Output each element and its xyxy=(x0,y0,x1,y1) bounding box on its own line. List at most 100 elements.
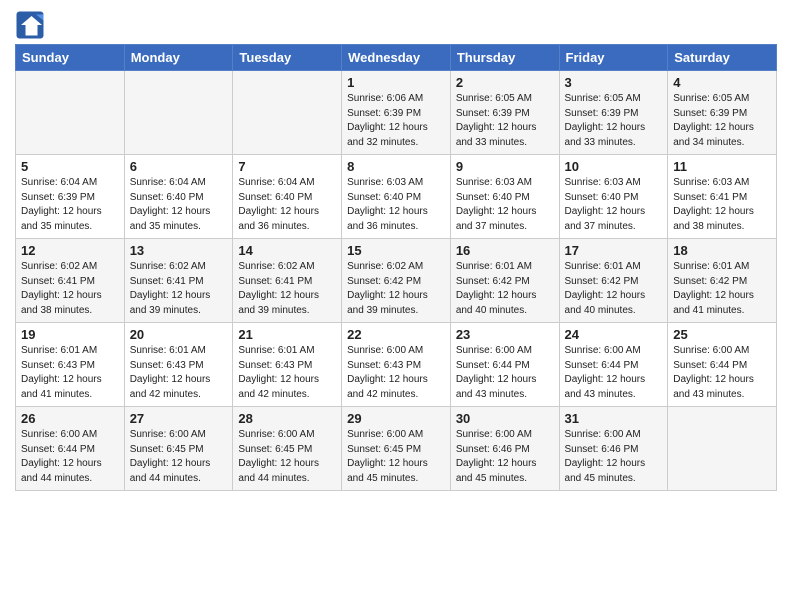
calendar-cell: 25 Sunrise: 6:00 AM Sunset: 6:44 PM Dayli… xyxy=(668,323,777,407)
day-info: Sunrise: 6:05 AM Sunset: 6:39 PM Dayligh… xyxy=(565,92,663,150)
calendar-cell: 7 Sunrise: 6:04 AM Sunset: 6:40 PM Daylig… xyxy=(233,155,342,239)
day-info: Sunrise: 6:04 AM Sunset: 6:39 PM Dayligh… xyxy=(21,176,119,234)
week-row-1: 1 Sunrise: 6:06 AM Sunset: 6:39 PM Daylig… xyxy=(16,71,777,155)
day-info: Sunrise: 6:02 AM Sunset: 6:41 PM Dayligh… xyxy=(238,260,336,318)
day-number: 12 xyxy=(21,243,119,258)
day-header-monday: Monday xyxy=(124,45,233,71)
day-info: Sunrise: 6:00 AM Sunset: 6:45 PM Dayligh… xyxy=(347,428,445,486)
day-number: 5 xyxy=(21,159,119,174)
day-info: Sunrise: 6:00 AM Sunset: 6:44 PM Dayligh… xyxy=(673,344,771,402)
day-header-wednesday: Wednesday xyxy=(342,45,451,71)
day-info: Sunrise: 6:00 AM Sunset: 6:44 PM Dayligh… xyxy=(456,344,554,402)
day-header-tuesday: Tuesday xyxy=(233,45,342,71)
calendar-cell: 23 Sunrise: 6:00 AM Sunset: 6:44 PM Dayli… xyxy=(450,323,559,407)
day-number: 29 xyxy=(347,411,445,426)
calendar-cell: 1 Sunrise: 6:06 AM Sunset: 6:39 PM Daylig… xyxy=(342,71,451,155)
day-info: Sunrise: 6:00 AM Sunset: 6:46 PM Dayligh… xyxy=(565,428,663,486)
calendar-cell: 8 Sunrise: 6:03 AM Sunset: 6:40 PM Daylig… xyxy=(342,155,451,239)
day-info: Sunrise: 6:00 AM Sunset: 6:46 PM Dayligh… xyxy=(456,428,554,486)
day-number: 24 xyxy=(565,327,663,342)
day-info: Sunrise: 6:00 AM Sunset: 6:44 PM Dayligh… xyxy=(21,428,119,486)
day-number: 4 xyxy=(673,75,771,90)
day-info: Sunrise: 6:02 AM Sunset: 6:41 PM Dayligh… xyxy=(130,260,228,318)
day-header-saturday: Saturday xyxy=(668,45,777,71)
day-number: 20 xyxy=(130,327,228,342)
header xyxy=(15,10,777,40)
week-row-5: 26 Sunrise: 6:00 AM Sunset: 6:44 PM Dayli… xyxy=(16,407,777,491)
day-number: 16 xyxy=(456,243,554,258)
day-info: Sunrise: 6:04 AM Sunset: 6:40 PM Dayligh… xyxy=(130,176,228,234)
day-number: 9 xyxy=(456,159,554,174)
calendar-cell: 27Sunrise: 6:00 AM Sunset: 6:45 PM Dayli… xyxy=(124,407,233,491)
calendar-cell: 17 Sunrise: 6:01 AM Sunset: 6:42 PM Dayli… xyxy=(559,239,668,323)
calendar-cell: 10Sunrise: 6:03 AM Sunset: 6:40 PM Dayli… xyxy=(559,155,668,239)
day-number: 21 xyxy=(238,327,336,342)
day-number: 14 xyxy=(238,243,336,258)
calendar-cell: 28Sunrise: 6:00 AM Sunset: 6:45 PM Dayli… xyxy=(233,407,342,491)
day-info: Sunrise: 6:04 AM Sunset: 6:40 PM Dayligh… xyxy=(238,176,336,234)
day-number: 26 xyxy=(21,411,119,426)
day-number: 31 xyxy=(565,411,663,426)
day-number: 6 xyxy=(130,159,228,174)
week-row-3: 12 Sunrise: 6:02 AM Sunset: 6:41 PM Dayli… xyxy=(16,239,777,323)
day-info: Sunrise: 6:01 AM Sunset: 6:42 PM Dayligh… xyxy=(565,260,663,318)
calendar-cell: 20Sunrise: 6:01 AM Sunset: 6:43 PM Dayli… xyxy=(124,323,233,407)
calendar-cell: 4 Sunrise: 6:05 AM Sunset: 6:39 PM Daylig… xyxy=(668,71,777,155)
calendar-cell: 13 Sunrise: 6:02 AM Sunset: 6:41 PM Dayli… xyxy=(124,239,233,323)
day-info: Sunrise: 6:01 AM Sunset: 6:43 PM Dayligh… xyxy=(21,344,119,402)
calendar-cell: 2 Sunrise: 6:05 AM Sunset: 6:39 PM Daylig… xyxy=(450,71,559,155)
day-info: Sunrise: 6:03 AM Sunset: 6:40 PM Dayligh… xyxy=(565,176,663,234)
day-info: Sunrise: 6:01 AM Sunset: 6:42 PM Dayligh… xyxy=(673,260,771,318)
day-info: Sunrise: 6:06 AM Sunset: 6:39 PM Dayligh… xyxy=(347,92,445,150)
day-info: Sunrise: 6:03 AM Sunset: 6:40 PM Dayligh… xyxy=(347,176,445,234)
day-number: 23 xyxy=(456,327,554,342)
day-number: 19 xyxy=(21,327,119,342)
calendar-cell: 14 Sunrise: 6:02 AM Sunset: 6:41 PM Dayli… xyxy=(233,239,342,323)
day-info: Sunrise: 6:05 AM Sunset: 6:39 PM Dayligh… xyxy=(456,92,554,150)
day-header-thursday: Thursday xyxy=(450,45,559,71)
calendar-cell xyxy=(124,71,233,155)
day-info: Sunrise: 6:01 AM Sunset: 6:42 PM Dayligh… xyxy=(456,260,554,318)
day-number: 13 xyxy=(130,243,228,258)
day-number: 1 xyxy=(347,75,445,90)
day-info: Sunrise: 6:05 AM Sunset: 6:39 PM Dayligh… xyxy=(673,92,771,150)
day-info: Sunrise: 6:01 AM Sunset: 6:43 PM Dayligh… xyxy=(238,344,336,402)
calendar-cell: 16 Sunrise: 6:01 AM Sunset: 6:42 PM Dayli… xyxy=(450,239,559,323)
calendar-cell: 30 Sunrise: 6:00 AM Sunset: 6:46 PM Dayli… xyxy=(450,407,559,491)
day-number: 2 xyxy=(456,75,554,90)
day-number: 7 xyxy=(238,159,336,174)
week-row-4: 19 Sunrise: 6:01 AM Sunset: 6:43 PM Dayli… xyxy=(16,323,777,407)
calendar-cell: 12 Sunrise: 6:02 AM Sunset: 6:41 PM Dayli… xyxy=(16,239,125,323)
calendar-cell: 18 Sunrise: 6:01 AM Sunset: 6:42 PM Dayli… xyxy=(668,239,777,323)
day-number: 18 xyxy=(673,243,771,258)
calendar-container: SundayMondayTuesdayWednesdayThursdayFrid… xyxy=(0,0,792,501)
week-row-2: 5 Sunrise: 6:04 AM Sunset: 6:39 PM Daylig… xyxy=(16,155,777,239)
day-number: 30 xyxy=(456,411,554,426)
day-number: 25 xyxy=(673,327,771,342)
calendar-cell: 5 Sunrise: 6:04 AM Sunset: 6:39 PM Daylig… xyxy=(16,155,125,239)
calendar-cell: 9 Sunrise: 6:03 AM Sunset: 6:40 PM Daylig… xyxy=(450,155,559,239)
calendar-cell: 31 Sunrise: 6:00 AM Sunset: 6:46 PM Dayli… xyxy=(559,407,668,491)
logo-icon xyxy=(15,10,45,40)
day-info: Sunrise: 6:02 AM Sunset: 6:41 PM Dayligh… xyxy=(21,260,119,318)
day-number: 8 xyxy=(347,159,445,174)
day-number: 11 xyxy=(673,159,771,174)
days-header-row: SundayMondayTuesdayWednesdayThursdayFrid… xyxy=(16,45,777,71)
calendar-cell: 21 Sunrise: 6:01 AM Sunset: 6:43 PM Dayli… xyxy=(233,323,342,407)
calendar-cell: 19 Sunrise: 6:01 AM Sunset: 6:43 PM Dayli… xyxy=(16,323,125,407)
calendar-cell xyxy=(233,71,342,155)
day-number: 28 xyxy=(238,411,336,426)
calendar-table: SundayMondayTuesdayWednesdayThursdayFrid… xyxy=(15,44,777,491)
calendar-cell: 11Sunrise: 6:03 AM Sunset: 6:41 PM Dayli… xyxy=(668,155,777,239)
day-number: 22 xyxy=(347,327,445,342)
day-number: 17 xyxy=(565,243,663,258)
calendar-cell: 3Sunrise: 6:05 AM Sunset: 6:39 PM Daylig… xyxy=(559,71,668,155)
calendar-cell: 22 Sunrise: 6:00 AM Sunset: 6:43 PM Dayli… xyxy=(342,323,451,407)
day-info: Sunrise: 6:00 AM Sunset: 6:43 PM Dayligh… xyxy=(347,344,445,402)
day-info: Sunrise: 6:00 AM Sunset: 6:44 PM Dayligh… xyxy=(565,344,663,402)
day-header-friday: Friday xyxy=(559,45,668,71)
calendar-cell xyxy=(668,407,777,491)
calendar-cell: 6 Sunrise: 6:04 AM Sunset: 6:40 PM Daylig… xyxy=(124,155,233,239)
logo xyxy=(15,10,49,40)
day-info: Sunrise: 6:03 AM Sunset: 6:40 PM Dayligh… xyxy=(456,176,554,234)
